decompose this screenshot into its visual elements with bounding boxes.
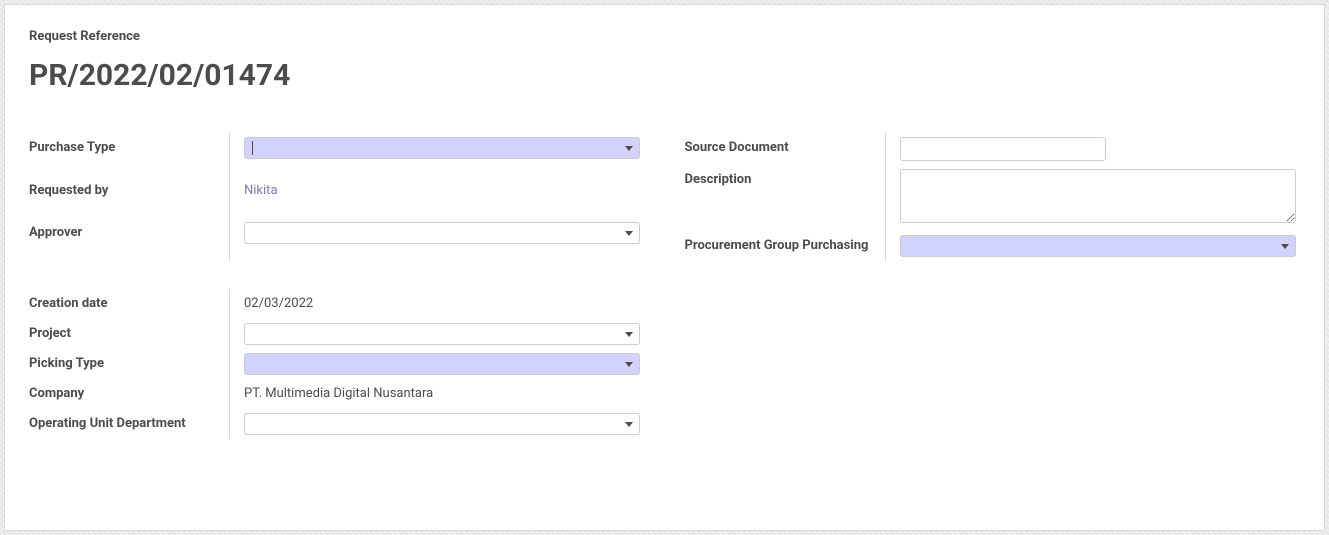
picking-type-field[interactable] <box>244 353 640 375</box>
company-value: PT. Multimedia Digital Nusantara <box>244 383 433 405</box>
purchase-type-field[interactable] <box>244 137 640 159</box>
group-left-2: Creation date 02/03/2022 Project <box>29 289 645 439</box>
creation-date-label: Creation date <box>29 296 108 311</box>
description-field[interactable] <box>900 169 1296 223</box>
chevron-down-icon <box>625 146 633 151</box>
procurement-group-label: Procurement Group Purchasing <box>685 238 869 253</box>
picking-type-input[interactable] <box>251 357 625 372</box>
chevron-down-icon <box>1281 244 1289 249</box>
picking-type-label: Picking Type <box>29 356 104 371</box>
form-sheet: Request Reference PR/2022/02/01474 Purch… <box>4 4 1325 531</box>
group-right-1: Source Document Description Procurement … <box>685 133 1301 261</box>
source-document-field[interactable] <box>900 137 1106 161</box>
operating-unit-field[interactable] <box>244 413 640 435</box>
chevron-down-icon <box>625 231 633 236</box>
form-groups-row-2: Creation date 02/03/2022 Project <box>29 289 1300 439</box>
project-field[interactable] <box>244 323 640 345</box>
procurement-group-input[interactable] <box>907 239 1281 254</box>
project-input[interactable] <box>251 327 625 342</box>
request-reference-value: PR/2022/02/01474 <box>29 58 1300 93</box>
text-cursor-icon <box>252 141 253 155</box>
company-label: Company <box>29 386 84 401</box>
approver-input[interactable] <box>251 226 625 241</box>
purchase-type-label: Purchase Type <box>29 140 115 155</box>
project-label: Project <box>29 326 71 341</box>
procurement-group-field[interactable] <box>900 235 1296 257</box>
requested-by-label: Requested by <box>29 183 108 198</box>
chevron-down-icon <box>625 332 633 337</box>
operating-unit-label: Operating Unit Department <box>29 416 186 431</box>
operating-unit-input[interactable] <box>251 417 625 432</box>
group-left-1: Purchase Type Requested by Nikita <box>29 133 645 261</box>
request-reference-label: Request Reference <box>29 29 1300 44</box>
form-groups-row-1: Purchase Type Requested by Nikita <box>29 133 1300 261</box>
approver-field[interactable] <box>244 222 640 244</box>
creation-date-value: 02/03/2022 <box>244 293 313 315</box>
approver-label: Approver <box>29 225 82 240</box>
chevron-down-icon <box>625 362 633 367</box>
group-right-2-empty <box>685 289 1301 439</box>
requested-by-value[interactable]: Nikita <box>244 180 278 202</box>
description-label: Description <box>685 172 752 187</box>
chevron-down-icon <box>625 422 633 427</box>
source-document-label: Source Document <box>685 140 789 155</box>
